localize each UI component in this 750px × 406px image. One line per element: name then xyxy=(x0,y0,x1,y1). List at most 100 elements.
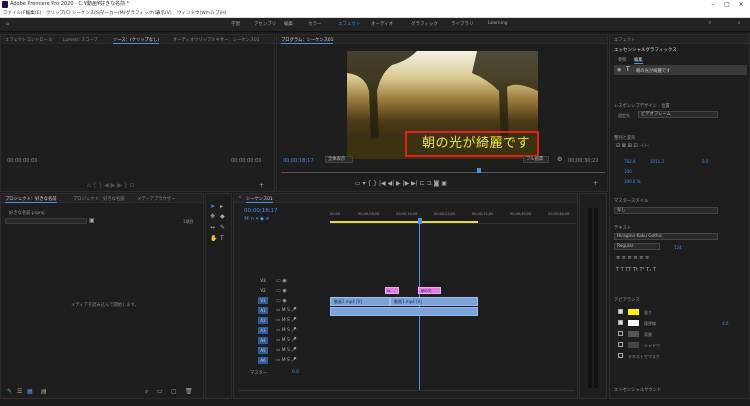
selection-tool-icon[interactable]: ➤ xyxy=(210,204,215,210)
type-tool-icon[interactable]: T xyxy=(220,236,224,242)
text-style-buttons-icon[interactable]: T T TT Tt T¹ T₁ T xyxy=(616,267,656,273)
workspace-edit[interactable]: 編集 xyxy=(284,21,293,27)
program-scrub-bar[interactable] xyxy=(281,167,605,173)
workspace-learn[interactable]: 学習 xyxy=(231,21,240,27)
list-view-icon[interactable]: ☰ xyxy=(17,389,22,395)
track-v3-label[interactable]: V3 xyxy=(258,277,268,284)
search-bin-icon[interactable]: ⌕ xyxy=(145,389,148,395)
a4-toggle-icons[interactable]: ▭ M S 🎤 xyxy=(276,338,297,344)
project-search-input[interactable] xyxy=(5,218,87,224)
a5-toggle-icons[interactable]: ▭ M S 🎤 xyxy=(276,348,297,354)
track-v1-label[interactable]: V1 xyxy=(258,297,268,304)
program-transport-controls-icon[interactable]: ▭ ▾ { } |◀ ◀| ▶ |▶ ▶| ⊏ ⊐ ◙ ▣ xyxy=(355,181,447,187)
pen-tool-icon[interactable]: ✎ xyxy=(220,225,225,231)
menu-clip[interactable]: クリップ(C) xyxy=(46,9,71,18)
quality-dropdown[interactable]: フル画質 xyxy=(523,156,549,163)
background-checkbox[interactable] xyxy=(618,331,623,336)
work-area-bar[interactable] xyxy=(330,221,478,223)
shadow-color-swatch[interactable] xyxy=(628,342,639,348)
track-v2-label[interactable]: V2 xyxy=(258,287,268,294)
close-icon[interactable]: ✕ xyxy=(734,0,748,9)
slip-tool-icon[interactable]: ↔ xyxy=(210,225,215,231)
track-a5-label[interactable]: A5 xyxy=(258,347,268,354)
workspace-learning[interactable]: Learning xyxy=(488,21,508,26)
caption-text[interactable]: 朝の光が綺麗です xyxy=(422,136,530,151)
tab-media-browser[interactable]: メディアブラウザー xyxy=(137,196,175,202)
source-add-button-icon[interactable]: + xyxy=(259,183,264,189)
minimize-icon[interactable]: – xyxy=(706,0,720,9)
mask-with-text-checkbox[interactable] xyxy=(618,353,623,358)
menu-file[interactable]: ファイル(F) xyxy=(3,9,27,18)
tab-project-main[interactable]: プロジェクト：好きな名前 xyxy=(5,196,57,203)
tab-browse[interactable]: 参照 xyxy=(618,57,627,63)
track-a6-label[interactable]: A6 xyxy=(258,357,268,364)
new-item-icon[interactable]: ▢ xyxy=(171,389,177,395)
rotation-value[interactable]: 0.0 xyxy=(702,159,708,164)
source-transport-controls-icon[interactable]: ⌂ { } ◀ ▶ ▶ } ⊡ xyxy=(87,183,134,189)
video-clip-1[interactable]: 動画1.mp4 [V] xyxy=(330,297,390,306)
timeline-tools-icon[interactable]: ⌘ ∩ ▾ ◆ ≡ xyxy=(244,216,270,222)
fill-color-swatch[interactable] xyxy=(628,309,639,315)
tab-project-second[interactable]: プロジェクト：好きな名前 xyxy=(73,196,125,202)
menu-edit[interactable]: 編集(E) xyxy=(26,9,41,18)
program-add-button-icon[interactable]: + xyxy=(593,181,598,187)
fill-checkbox[interactable] xyxy=(618,309,623,314)
align-buttons-icon[interactable]: ⊟ ⊠ ⊞ ⊡ ⊣ ⊢ xyxy=(616,143,649,149)
tab-audio-clip-mixer[interactable]: オーディオクリップミキサー：シーケンス01 xyxy=(173,37,260,43)
position-y[interactable]: 1011.3 xyxy=(650,159,664,164)
a2-toggle-icons[interactable]: ▭ M S 🎤 xyxy=(276,318,297,324)
track-a3-label[interactable]: A3 xyxy=(258,327,268,334)
tab-source[interactable]: ソース：(クリップなし) xyxy=(113,37,160,44)
scale-value[interactable]: 100 xyxy=(624,169,632,174)
menu-view[interactable]: 表示(V) xyxy=(156,9,172,18)
menu-sequence[interactable]: シーケンス(S) xyxy=(72,9,101,18)
menu-marker[interactable]: マーカー(M) xyxy=(100,9,125,18)
v3-toggle-icons[interactable]: ▭ ◉ xyxy=(276,278,287,284)
v2-toggle-icons[interactable]: ▭ ◉ xyxy=(276,288,287,294)
workspace-graphics[interactable]: グラフィック xyxy=(411,21,438,27)
text-layer-row[interactable]: ◉ T 朝の光が綺麗です xyxy=(614,65,747,75)
tab-effect-controls[interactable]: エフェクトコントロール xyxy=(5,37,52,43)
a1-toggle-icons[interactable]: ▭ M S 🎤 xyxy=(276,308,297,314)
new-bin-icon[interactable]: ▣ xyxy=(89,218,95,224)
pin-to-dropdown[interactable]: ビデオフレーム xyxy=(638,111,718,118)
track-a4-label[interactable]: A4 xyxy=(258,337,268,344)
essential-sound-label[interactable]: エッセンシャルサウンド xyxy=(614,387,661,393)
tab-edit[interactable]: 編集 xyxy=(634,57,643,64)
video-clip-2[interactable]: 動画1.mp4 [V] xyxy=(390,297,478,306)
workspace-assembly[interactable]: アセンブリ xyxy=(254,21,276,27)
fit-dropdown[interactable]: 全体表示 xyxy=(325,156,353,163)
font-weight-dropdown[interactable]: Regular xyxy=(614,243,660,250)
position-x[interactable]: 782.4 xyxy=(624,159,635,164)
visibility-icon[interactable]: ◉ xyxy=(617,67,621,73)
font-dropdown[interactable]: Hiragino Kaku Gothic xyxy=(614,233,718,240)
home-icon[interactable]: ⌂ xyxy=(6,22,9,28)
font-size-value[interactable]: 124 xyxy=(674,245,682,250)
tab-program[interactable]: プログラム：シーケンス01 xyxy=(281,37,334,44)
program-playhead[interactable] xyxy=(477,168,481,173)
new-item-folder-icon[interactable]: ▭ xyxy=(157,389,163,395)
master-style-dropdown[interactable]: なし xyxy=(614,207,718,214)
freeform-view-icon[interactable]: ▤ xyxy=(41,389,47,395)
razor-tool-icon[interactable]: ◆ xyxy=(220,214,225,220)
master-volume[interactable]: 0.0 xyxy=(292,370,299,375)
track-a1-label[interactable]: A1 xyxy=(258,307,268,314)
share-icon[interactable]: ⇪ xyxy=(708,21,712,27)
menu-help[interactable]: ヘルプ(H) xyxy=(206,9,226,18)
workspace-libraries[interactable]: ライブラリ xyxy=(451,21,474,27)
tab-sequence[interactable]: シーケンス01 xyxy=(246,196,273,203)
track-select-icon[interactable]: ▸ xyxy=(220,204,223,210)
pencil-icon[interactable]: ✎ xyxy=(7,389,12,395)
a3-toggle-icons[interactable]: ▭ M S 🎤 xyxy=(276,328,297,334)
timeline-timecode[interactable]: 00;00;18;17 xyxy=(244,208,278,214)
tab-lumetri-scopes[interactable]: Lumetri スコープ xyxy=(63,37,98,43)
stroke-color-swatch[interactable] xyxy=(628,320,639,326)
stroke-width-value[interactable]: 4.0 xyxy=(722,321,728,326)
text-align-buttons-icon[interactable]: ≡ ≡ ≡ ≡ ≡ ≡ xyxy=(616,255,649,261)
close-tab-icon[interactable]: × xyxy=(238,195,242,201)
wrench-icon[interactable]: ⚙ xyxy=(557,157,562,163)
trash-icon[interactable]: 🗑 xyxy=(185,389,193,395)
graphic-clip-1[interactable]: fx xyxy=(385,287,399,294)
search-icon[interactable]: ⌕ xyxy=(738,21,741,27)
maximize-icon[interactable]: □ xyxy=(720,0,734,9)
